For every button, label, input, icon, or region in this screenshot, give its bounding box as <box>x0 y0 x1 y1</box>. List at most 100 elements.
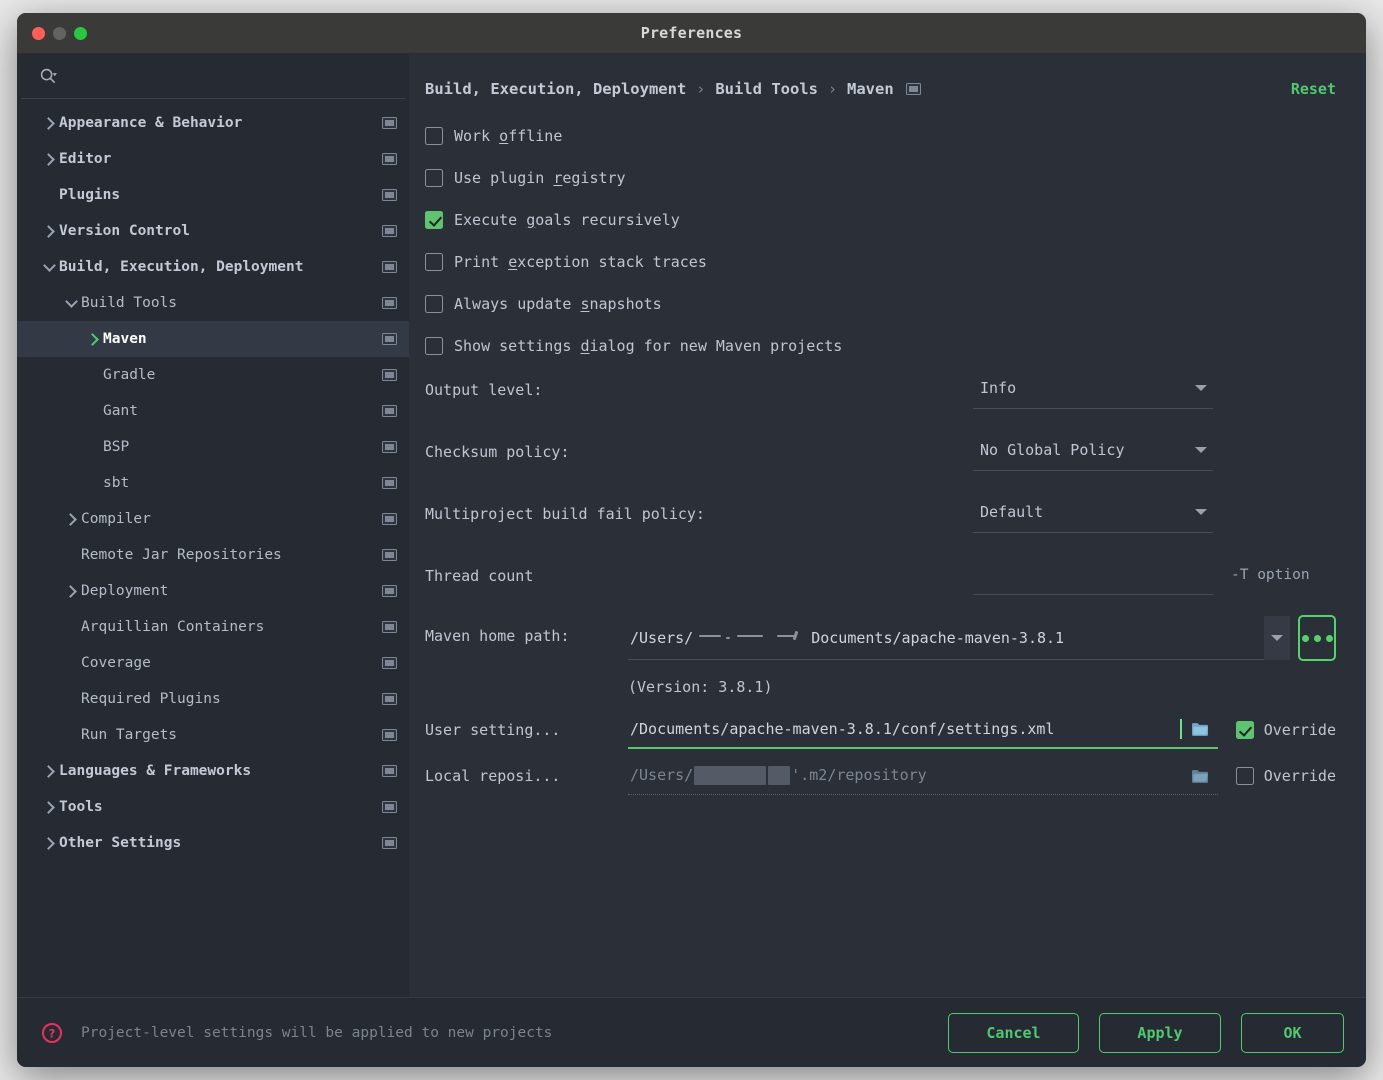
checksum-policy-label: Checksum policy: <box>425 429 628 461</box>
chevron-right-icon[interactable] <box>83 335 103 344</box>
sidebar-item-label: Plugins <box>59 187 382 203</box>
sidebar-item-appearance-behavior[interactable]: Appearance & Behavior <box>17 105 409 141</box>
folder-icon[interactable] <box>1191 721 1210 737</box>
checkbox-always-update-snapshots[interactable] <box>425 295 443 313</box>
local-repository-override-label: Override <box>1264 767 1336 785</box>
reset-button[interactable]: Reset <box>1291 80 1336 98</box>
project-level-monitor-icon <box>382 585 397 597</box>
checkbox-use-plugin-registry[interactable] <box>425 169 443 187</box>
sidebar-item-version-control[interactable]: Version Control <box>17 213 409 249</box>
breadcrumb-part-1[interactable]: Build Tools <box>715 80 818 98</box>
sidebar-item-build-tools[interactable]: Build Tools <box>17 285 409 321</box>
output-level-dropdown[interactable]: Info <box>973 367 1213 409</box>
maven-home-path-dropdown-button[interactable] <box>1264 616 1290 660</box>
chevron-down-icon[interactable] <box>61 300 81 306</box>
text-cursor <box>1180 719 1182 739</box>
checkbox-row-always-update-snapshots[interactable]: Always update snapshots <box>425 283 1336 325</box>
dialog-footer: ? Project-level settings will be applied… <box>17 997 1366 1067</box>
sidebar-item-plugins[interactable]: Plugins <box>17 177 409 213</box>
thread-count-label: Thread count <box>425 553 628 585</box>
sidebar-item-coverage[interactable]: Coverage <box>17 645 409 681</box>
ellipsis-dot <box>1302 635 1309 642</box>
project-level-monitor-icon <box>382 801 397 813</box>
thread-count-input[interactable] <box>973 553 1213 595</box>
ellipsis-dot <box>1314 635 1321 642</box>
sidebar-item-label: Run Targets <box>81 727 382 743</box>
sidebar-item-sbt[interactable]: sbt <box>17 465 409 501</box>
field-row-local-repository: Local reposi... /Users/'.m2/repository O… <box>425 753 1336 799</box>
chevron-down-icon <box>1271 635 1283 641</box>
checkbox-row-work-offline[interactable]: Work offline <box>425 115 1336 157</box>
checkbox-row-show-settings-dialog-for-new-maven-projects[interactable]: Show settings dialog for new Maven proje… <box>425 325 1336 367</box>
sidebar-item-label: Required Plugins <box>81 691 382 707</box>
sidebar-item-build-execution-deployment[interactable]: Build, Execution, Deployment <box>17 249 409 285</box>
sidebar-item-compiler[interactable]: Compiler <box>17 501 409 537</box>
ellipsis-dot <box>1326 635 1333 642</box>
maximize-button[interactable] <box>74 27 87 40</box>
project-level-monitor-icon <box>906 83 921 95</box>
sidebar-item-languages-frameworks[interactable]: Languages & Frameworks <box>17 753 409 789</box>
apply-button[interactable]: Apply <box>1099 1013 1221 1053</box>
chevron-down-icon <box>1195 447 1207 453</box>
field-row-checksum-policy: Checksum policy: No Global Policy <box>425 429 1336 491</box>
field-row-maven-home-path: Maven home path: /Users/ <box>425 615 1336 667</box>
checkbox-print-exception-stack-traces[interactable] <box>425 253 443 271</box>
checksum-policy-dropdown[interactable]: No Global Policy <box>973 429 1213 471</box>
sidebar-item-tools[interactable]: Tools <box>17 789 409 825</box>
search-input[interactable] <box>64 68 395 84</box>
sidebar-item-deployment[interactable]: Deployment <box>17 573 409 609</box>
minimize-button[interactable] <box>53 27 66 40</box>
maven-home-path-input[interactable]: /Users/ Documents/apache-maven-3.8.1 <box>628 616 1264 660</box>
sidebar-item-remote-jar-repositories[interactable]: Remote Jar Repositories <box>17 537 409 573</box>
sidebar-item-run-targets[interactable]: Run Targets <box>17 717 409 753</box>
search-icon <box>39 67 58 86</box>
user-settings-override-checkbox[interactable] <box>1236 721 1254 739</box>
checkbox-row-execute-goals-recursively[interactable]: Execute goals recursively <box>425 199 1336 241</box>
checkbox-row-use-plugin-registry[interactable]: Use plugin registry <box>425 157 1336 199</box>
sidebar-item-gant[interactable]: Gant <box>17 393 409 429</box>
chevron-right-icon[interactable] <box>39 155 59 164</box>
ok-button[interactable]: OK <box>1241 1013 1344 1053</box>
chevron-right-icon[interactable] <box>39 227 59 236</box>
cancel-button[interactable]: Cancel <box>948 1013 1079 1053</box>
checkbox-execute-goals-recursively[interactable] <box>425 211 443 229</box>
chevron-right-icon[interactable] <box>61 587 81 596</box>
chevron-right-icon[interactable] <box>39 119 59 128</box>
chevron-right-icon[interactable] <box>39 803 59 812</box>
sidebar-item-required-plugins[interactable]: Required Plugins <box>17 681 409 717</box>
sidebar-item-label: Gradle <box>103 367 382 383</box>
checkbox-label: Execute goals recursively <box>454 211 680 229</box>
local-repository-input[interactable]: /Users/'.m2/repository <box>628 757 1218 795</box>
footer-note: Project-level settings will be applied t… <box>81 1025 552 1041</box>
sidebar-item-gradle[interactable]: Gradle <box>17 357 409 393</box>
close-button[interactable] <box>32 27 45 40</box>
help-icon[interactable]: ? <box>41 1022 63 1044</box>
sidebar-item-other-settings[interactable]: Other Settings <box>17 825 409 861</box>
chevron-right-icon[interactable] <box>39 767 59 776</box>
multiproject-fail-policy-value: Default <box>980 503 1195 521</box>
multiproject-fail-policy-dropdown[interactable]: Default <box>973 491 1213 533</box>
breadcrumb-separator: › <box>826 80 839 98</box>
sidebar-item-editor[interactable]: Editor <box>17 141 409 177</box>
checkbox-show-settings-dialog-for-new-maven-projects[interactable] <box>425 337 443 355</box>
sidebar-item-label: Build, Execution, Deployment <box>59 259 382 275</box>
breadcrumb-part-0[interactable]: Build, Execution, Deployment <box>425 80 686 98</box>
user-settings-value: /Documents/apache-maven-3.8.1/conf/setti… <box>630 720 1180 738</box>
project-level-monitor-icon <box>382 297 397 309</box>
user-settings-input[interactable]: /Documents/apache-maven-3.8.1/conf/setti… <box>628 711 1218 749</box>
chevron-down-icon[interactable] <box>39 264 59 270</box>
sidebar-item-bsp[interactable]: BSP <box>17 429 409 465</box>
folder-icon[interactable] <box>1191 768 1210 784</box>
checkbox-row-print-exception-stack-traces[interactable]: Print exception stack traces <box>425 241 1336 283</box>
sidebar-item-label: Compiler <box>81 511 382 527</box>
maven-home-path-browse-button[interactable] <box>1298 615 1336 661</box>
checkbox-label: Show settings dialog for new Maven proje… <box>454 337 842 355</box>
sidebar-item-arquillian-containers[interactable]: Arquillian Containers <box>17 609 409 645</box>
checkbox-work-offline[interactable] <box>425 127 443 145</box>
local-repository-value: /Users/'.m2/repository <box>630 766 1183 785</box>
sidebar-item-maven[interactable]: Maven <box>17 321 409 357</box>
local-repository-override-checkbox[interactable] <box>1236 767 1254 785</box>
breadcrumb-part-2[interactable]: Maven <box>847 80 894 98</box>
chevron-right-icon[interactable] <box>61 515 81 524</box>
chevron-right-icon[interactable] <box>39 839 59 848</box>
